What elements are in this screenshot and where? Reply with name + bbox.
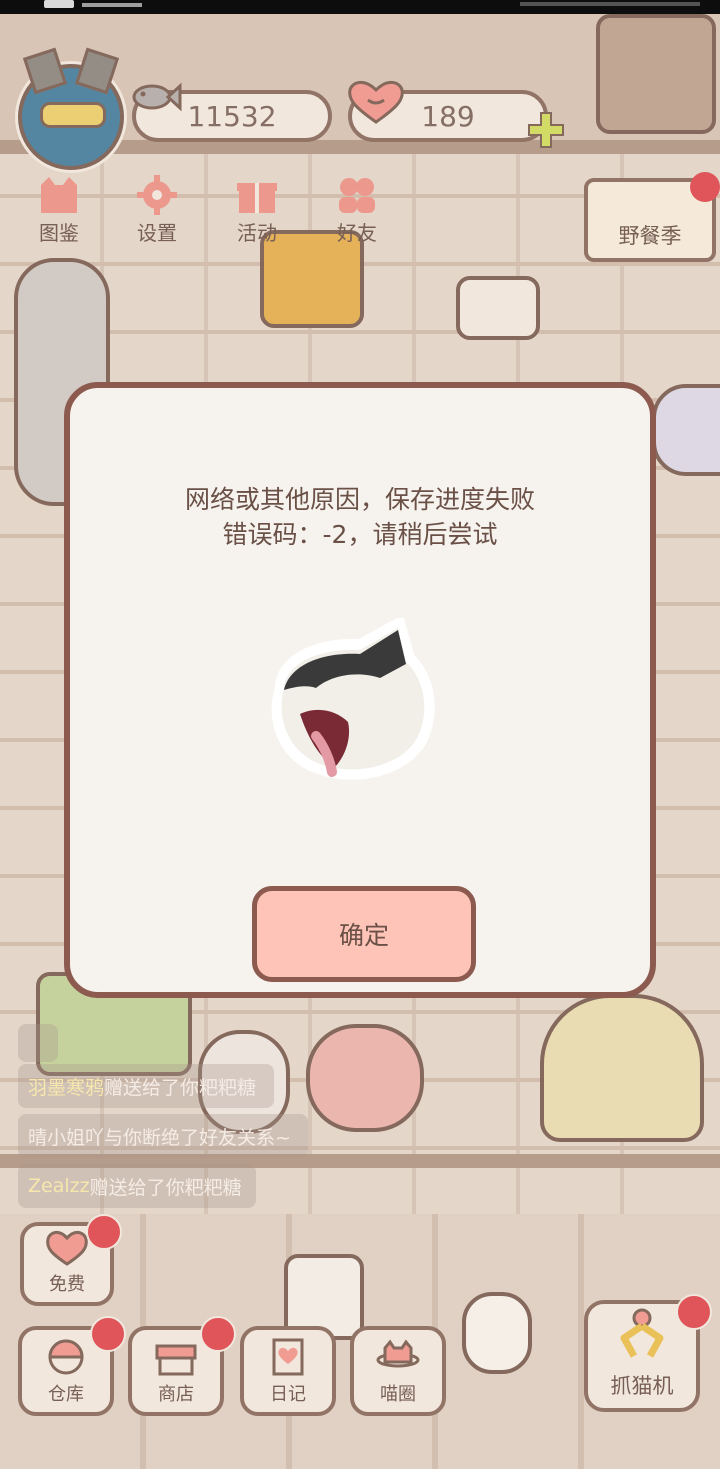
save-failed-dialog: 网络或其他原因，保存进度失败 错误码：-2，请稍后尝试 确定 xyxy=(64,382,656,998)
error-message-line1: 网络或其他原因，保存进度失败 xyxy=(184,485,535,514)
signal-icon xyxy=(82,3,142,7)
status-bar xyxy=(0,0,720,14)
error-message-line2: 错误码：-2，请稍后尝试 xyxy=(222,520,498,549)
status-right-icons xyxy=(520,2,700,6)
status-indicators xyxy=(44,0,142,10)
screaming-cat-sticker xyxy=(271,618,435,780)
hd-icon xyxy=(44,0,74,8)
confirm-label: 确定 xyxy=(338,921,389,950)
confirm-button[interactable]: 确定 xyxy=(252,886,476,982)
error-message: 网络或其他原因，保存进度失败 错误码：-2，请稍后尝试 xyxy=(70,482,650,552)
